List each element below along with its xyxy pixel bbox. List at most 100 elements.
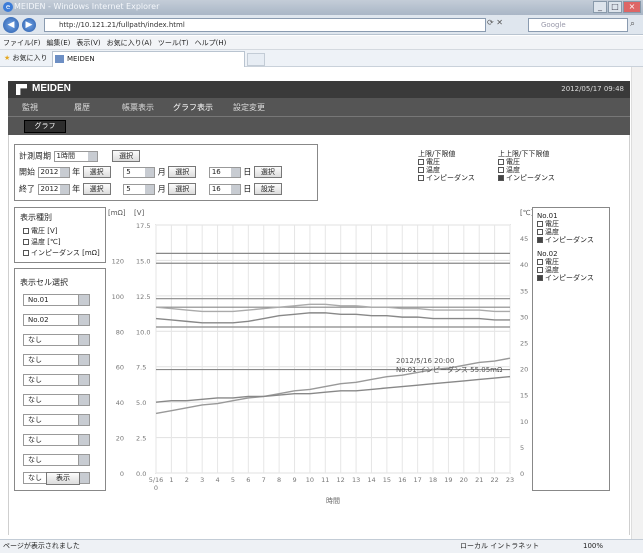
new-tab-button[interactable] <box>247 53 265 66</box>
sub-nav: グラフ <box>8 116 630 135</box>
maximize-button[interactable]: □ <box>608 1 622 13</box>
display-type-title: 表示種別 <box>20 213 52 222</box>
chevron-down-icon <box>78 434 90 446</box>
tick-label-x: 22 <box>490 476 498 484</box>
tick-label-x: 1 <box>169 476 173 484</box>
zoom-level[interactable]: 100% <box>583 540 603 553</box>
start-month-select[interactable]: 5 <box>123 166 156 178</box>
start-day-button[interactable]: 選択 <box>253 166 282 178</box>
tick-label-c: 30 <box>520 313 528 321</box>
cell-select-5[interactable]: なし <box>23 374 90 386</box>
period-label: 計測周期 <box>19 151 51 161</box>
unit-label-v: [V] <box>134 209 145 217</box>
tick-label-x: 9 <box>292 476 296 484</box>
nav-report[interactable]: 帳票表示 <box>122 102 154 113</box>
checkbox-temp[interactable]: 温度 [℃] <box>23 237 61 247</box>
favorites-bar: ★ お気に入り MEIDEN <box>0 50 643 67</box>
back-button[interactable]: ◀ <box>3 17 19 33</box>
tick-label-mohm: 80 <box>116 328 124 336</box>
end-month-button[interactable]: 選択 <box>168 183 197 195</box>
start-month-button[interactable]: 選択 <box>168 166 197 178</box>
menu-edit[interactable]: 編集(E) <box>47 36 71 49</box>
nav-monitor[interactable]: 監視 <box>22 102 38 113</box>
page-scrollbar[interactable] <box>631 67 643 539</box>
url-input[interactable]: http://10.121.21/fullpath/index.html <box>44 18 486 32</box>
tick-label-x: 13 <box>352 476 360 484</box>
menu-help[interactable]: ヘルプ(H) <box>195 36 227 49</box>
checkbox-icon <box>23 239 29 245</box>
set-button[interactable]: 設定 <box>253 183 282 195</box>
unit-label-mohm: [mΩ] <box>108 209 126 217</box>
tick-label-x: 14 <box>367 476 375 484</box>
checkbox-impedance[interactable]: インピーダンス [mΩ] <box>23 248 100 258</box>
end-month-select[interactable]: 5 <box>123 183 156 195</box>
menu-bar: ファイル(F) 編集(E) 表示(V) お気に入り(A) ツール(T) ヘルプ(… <box>0 36 643 50</box>
cell-select-panel: 表示セル選択 No.01 No.02 なし なし なし なし なし なし なし … <box>14 268 106 491</box>
end-year-button[interactable]: 選択 <box>82 183 111 195</box>
search-input[interactable]: Google <box>528 18 628 32</box>
end-year-select[interactable]: 2012 <box>37 183 70 195</box>
tick-label-x: 7 <box>262 476 266 484</box>
cell-select-title: 表示セル選択 <box>20 278 68 287</box>
chevron-down-icon <box>78 454 90 466</box>
window-titlebar: e MEIDEN - Windows Internet Explorer _ □… <box>0 0 643 15</box>
tab-page-icon <box>55 55 64 63</box>
tick-label-v: 0.0 <box>136 470 146 478</box>
chevron-down-icon <box>78 394 90 406</box>
menu-file[interactable]: ファイル(F) <box>3 36 41 49</box>
x-axis-label: 時間 <box>326 497 340 505</box>
tick-label-x: 4 <box>215 476 219 484</box>
cell-select-4[interactable]: なし <box>23 354 90 366</box>
start-year-button[interactable]: 選択 <box>82 166 111 178</box>
tick-label-x: 15 <box>383 476 391 484</box>
legend-group-1: No.01 電圧 温度 インピーダンス <box>537 212 594 244</box>
tick-label-x: 17 <box>414 476 422 484</box>
period-select-button[interactable]: 選択 <box>112 150 141 162</box>
end-day-select[interactable]: 16 <box>208 183 241 195</box>
checkbox-voltage[interactable]: 電圧 [V] <box>23 226 57 236</box>
nav-graph[interactable]: グラフ表示 <box>173 102 213 113</box>
browser-tab[interactable]: MEIDEN <box>52 51 245 67</box>
tick-label-c: 40 <box>520 261 528 269</box>
current-datetime: 2012/05/17 09:48 <box>561 85 624 93</box>
cell-select-3[interactable]: なし <box>23 334 90 346</box>
cell-select-8[interactable]: なし <box>23 434 90 446</box>
minimize-button[interactable]: _ <box>593 1 607 13</box>
plot-frame <box>155 224 511 474</box>
nav-settings[interactable]: 設定変更 <box>233 102 265 113</box>
favorites-button[interactable]: ★ お気に入り <box>4 53 48 63</box>
refresh-stop-icons[interactable]: ⟳ ✕ <box>487 18 503 27</box>
forward-button[interactable]: ▶ <box>22 18 36 32</box>
status-bar: ページが表示されました ローカル イントラネット 100% <box>0 539 643 553</box>
cell-select-7[interactable]: なし <box>23 414 90 426</box>
tick-label-c: 35 <box>520 287 528 295</box>
cell-select-9[interactable]: なし <box>23 454 90 466</box>
tick-label-mohm: 60 <box>116 364 124 372</box>
menu-favorites[interactable]: お気に入り(A) <box>107 36 152 49</box>
menu-tools[interactable]: ツール(T) <box>158 36 189 49</box>
tick-label-c: 25 <box>520 339 528 347</box>
cell-select-2[interactable]: No.02 <box>23 314 90 326</box>
limit2-legend: 上上限/下下限値 電圧 温度 インピーダンス <box>498 150 555 182</box>
tick-label-x: 0 <box>154 484 158 492</box>
start-day-select[interactable]: 16 <box>208 166 241 178</box>
status-text: ページが表示されました <box>3 542 80 550</box>
tick-label-mohm: 100 <box>112 293 124 301</box>
checkbox-icon <box>23 250 29 256</box>
menu-view[interactable]: 表示(V) <box>76 36 100 49</box>
meiden-logo <box>16 84 27 95</box>
star-icon: ★ <box>4 54 11 62</box>
start-year-select[interactable]: 2012 <box>37 166 70 178</box>
tick-label-v: 5.0 <box>136 399 146 407</box>
cell-select-6[interactable]: なし <box>23 394 90 406</box>
close-button[interactable]: × <box>623 1 641 13</box>
search-icon[interactable]: ⌕ <box>630 19 635 29</box>
nav-history[interactable]: 履歴 <box>74 102 90 113</box>
show-button[interactable]: 表示 <box>46 472 80 485</box>
cell-select-1[interactable]: No.01 <box>23 294 90 306</box>
tick-label-x: 3 <box>200 476 204 484</box>
tick-label-x: 6 <box>246 476 250 484</box>
tab-graph[interactable]: グラフ <box>24 120 66 133</box>
tick-label-x: 11 <box>321 476 329 484</box>
period-select[interactable]: 1時間 <box>53 150 98 162</box>
